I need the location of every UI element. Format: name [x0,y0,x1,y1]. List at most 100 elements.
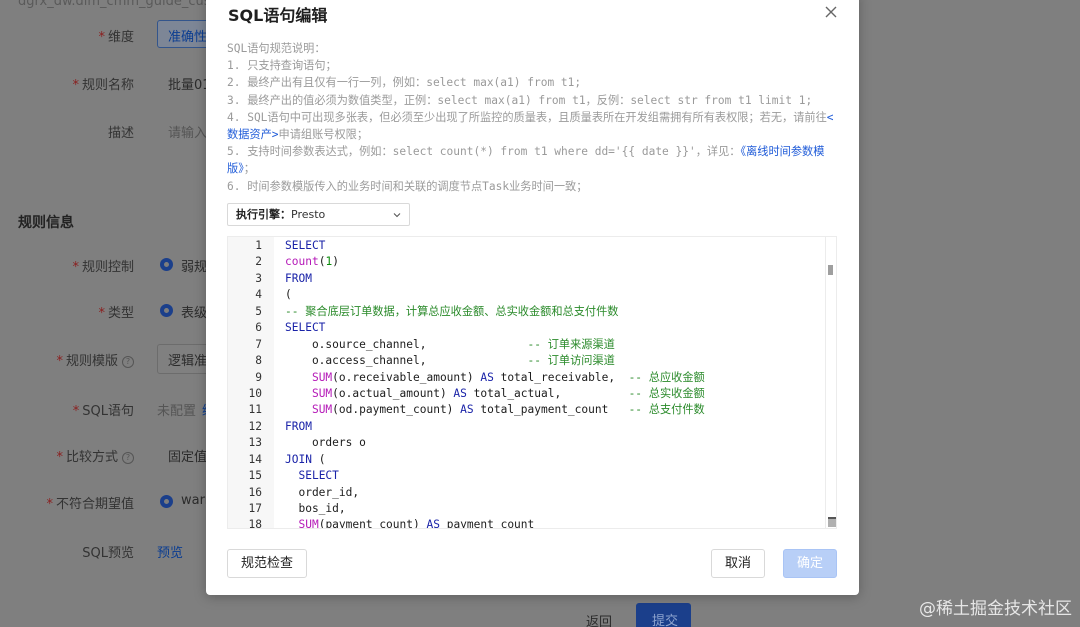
code-line: 14 JOIN ( [228,452,824,468]
form-row: * 规则模版? 逻辑准 [0,344,209,374]
code-text: SELECT [285,321,326,335]
form-row: 描述 请输入 [0,116,208,146]
form-label: * 不符合期望值 [46,497,134,512]
section-title: 规则信息 [18,215,74,231]
code-line: 5 -- 聚合底层订单数据，计算总应收金额、总实收金额和总支付件数 [228,304,824,320]
sql-code-editor[interactable]: 1 SELECT 2 count(1) 3 FROM 4(5 -- 聚合底层订单数据，计算总应… [227,236,837,529]
radio-button[interactable] [160,495,173,508]
code-lines: 1 SELECT 2 count(1) 3 FROM 4(5 -- 聚合底层订单数据，计算总应… [228,237,824,529]
line-number: 18 [248,518,262,529]
rule-3: 3. 最终产出的值必须为数值类型，正例：select max(a1) from … [227,93,813,107]
scroll-end-marker [828,517,836,527]
line-number: 17 [248,502,262,515]
form-label: * SQL语句 [72,404,134,419]
code-line: 17 bos_id, [228,501,824,517]
form-value: 未配置 [157,404,197,419]
code-line: 13 orders o [228,435,824,451]
line-number: 14 [248,452,262,466]
code-text: SUM(o.actual_amount) AS total_actual, --… [311,386,705,400]
code-line: 15 SELECT [228,468,824,484]
help-icon[interactable]: ? [122,452,134,464]
code-text: JOIN ( [285,452,326,466]
engine-label: 执行引擎： [236,208,291,221]
dimension-tag[interactable]: 准确性 [157,20,209,48]
table-name-crumb: dgrx_dw.dim_cmm_guide_cust_... [18,0,235,9]
form-label: * 规则模版? [56,350,134,369]
close-icon[interactable] [823,4,839,20]
form-row: SQL预览 预览 [0,536,206,566]
line-number: 6 [255,321,262,335]
code-text: bos_id, [285,502,346,515]
rule-6: 6. 时间参数模版传入的业务时间和关联的调度节点Task业务时间一致； [227,179,588,193]
chevron-down-icon [393,213,401,218]
editor-scrollbar[interactable] [825,237,836,528]
form-row: * 不符合期望值 warn [0,487,212,517]
code-line: 16 order_id, [228,485,824,501]
code-text: SELECT [298,469,339,483]
code-line: 9 SUM(o.receivable_amount) AS total_rece… [228,370,824,386]
code-line: 6 SELECT [228,320,824,336]
rule-1: 1. 只支持查询语句； [227,59,337,73]
line-number: 12 [248,419,262,433]
confirm-button[interactable]: 确定 [783,549,837,578]
back-button[interactable]: 返回 [586,611,612,627]
code-line: 7 o.source_channel, -- 订单来源渠道 [228,337,824,353]
code-text: ( [285,288,292,302]
form-label: * 类型 [98,306,134,321]
form-value: 固定值 [168,450,208,465]
rule-2: 2. 最终产出有且仅有一行一列，例如：select max(a1) from t… [227,76,582,90]
engine-select[interactable]: 执行引擎：Presto [227,203,410,226]
form-row: * 规则控制 弱规 [0,250,208,280]
code-text: SUM(payment_count) AS payment_count [298,518,535,529]
code-text: count(1) [285,255,339,269]
sql-editor-modal: SQL语句编辑 SQL语句规范说明： 1. 只支持查询语句； 2. 最终产出有且… [206,0,859,595]
form-label: 描述 [107,126,134,141]
line-number: 15 [248,469,262,483]
modal-title: SQL语句编辑 [228,6,328,25]
line-number: 3 [255,271,262,285]
code-text: o.access_channel, -- 订单访问渠道 [285,354,615,368]
code-line: 11 SUM(od.payment_count) AS total_paymen… [228,402,824,418]
form-value: 批量01 [168,78,211,93]
line-number: 8 [255,354,262,368]
radio-button[interactable] [160,304,173,317]
scroll-thumb[interactable] [828,265,833,275]
code-text: SUM(od.payment_count) AS total_payment_c… [311,403,705,417]
code-line: 2 count(1) [228,254,824,270]
line-number: 2 [255,255,262,269]
line-number: 13 [248,436,262,450]
code-line: 8 o.access_channel, -- 订单访问渠道 [228,353,824,369]
code-text: order_id, [285,485,360,499]
form-label: * 规则名称 [72,78,134,93]
watermark: @稀土掘金技术社区 [919,599,1072,619]
code-text: FROM [285,271,312,285]
form-value: 请输入 [168,126,208,141]
submit-label: 提交 [652,614,679,627]
line-number: 9 [255,370,262,384]
form-row: *SQL语句未配置编 [0,394,215,424]
form-value: 逻辑准 [168,354,208,369]
line-number: 16 [248,485,262,499]
form-value: 表级 [181,306,208,321]
form-label: SQL预览 [82,546,134,561]
line-number: 7 [255,337,262,351]
line-number: 4 [255,288,262,302]
rule-5: 5. 支持时间参数表达式，例如：select count(*) from t1 … [227,145,825,176]
rules-heading: SQL语句规范说明： [227,42,326,55]
help-icon[interactable]: ? [122,356,134,368]
form-label: * 比较方式? [56,446,134,465]
radio-button[interactable] [160,258,173,271]
code-line: 10 SUM(o.actual_amount) AS total_actual,… [228,386,824,402]
submit-button[interactable]: 提交 [636,603,691,627]
form-label: * 规则控制 [72,260,134,275]
spec-check-button[interactable]: 规范检查 [227,549,307,578]
line-number: 11 [248,403,262,417]
cancel-button[interactable]: 取消 [711,549,765,578]
code-text: -- 聚合底层订单数据，计算总应收金额、总实收金额和总支付件数 [285,304,619,318]
form-row: * 类型 表级 [0,296,208,326]
form-value[interactable]: 预览 [157,542,183,561]
form-value: 弱规 [181,260,208,275]
form-label: * 维度 [98,30,134,45]
code-line: 18 SUM(payment_count) AS payment_count [228,517,824,529]
code-text: SELECT [285,239,326,252]
